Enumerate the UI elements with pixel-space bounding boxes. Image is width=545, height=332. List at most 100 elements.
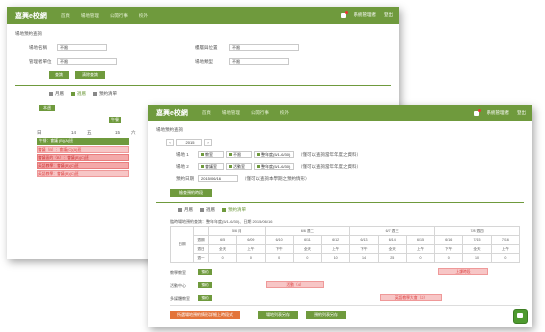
sched-count-5: 14 (349, 253, 379, 263)
sched-kind-3: 全天 (292, 244, 323, 254)
check-icon (201, 153, 204, 156)
back-query-button[interactable]: 查詢 (49, 71, 69, 79)
sched-date-5: 6/13 (349, 235, 379, 245)
row1-opt2[interactable]: 不限 (226, 151, 252, 158)
export-reservations-button[interactable]: 預約列表另存 (306, 311, 346, 319)
place-name-0: 教學教室 (170, 270, 186, 275)
sched-date-0: 6/5 (207, 235, 238, 245)
front-tab-week[interactable]: 週曆 (200, 207, 215, 213)
check-slots-button[interactable]: 檢查預約時段 (170, 189, 212, 197)
back-tab-week[interactable]: 週曆 (71, 91, 86, 97)
row3-note: （僅可以查詢本學期之預約情形） (242, 176, 310, 181)
year-prev-button[interactable]: ‹ (166, 139, 174, 146)
bottom-divider (170, 305, 520, 306)
back-kind-label: 場地類型 (195, 59, 213, 64)
sched-date-6: 6/14 (377, 235, 407, 245)
place-name-1: 活動中心 (170, 283, 186, 288)
detail-button[interactable]: 所選場地預約情形詳細上時段式 (170, 311, 240, 319)
front-user[interactable]: 系統管理者 (487, 110, 510, 116)
back-reset-button[interactable]: 清除查詢 (75, 71, 105, 79)
back-event-4[interactable]: 英語教學：會議(B)(C)班 (37, 170, 129, 177)
back-bldg-label: 樓層與位置 (195, 45, 218, 50)
back-user[interactable]: 系統管理者 (354, 12, 377, 18)
sched-kind-9: 全天 (462, 244, 492, 254)
front-nav-outside[interactable]: 校外 (280, 110, 289, 116)
back-kind-select[interactable]: 不限 (229, 58, 289, 65)
export-sites-button[interactable]: 場地列表另存 (258, 311, 298, 319)
row2-opt1[interactable]: 會議室 (198, 163, 224, 170)
back-nav-sites[interactable]: 場地管理 (81, 13, 99, 19)
front-tab-month-label: 月曆 (184, 207, 193, 212)
reserve-button-1[interactable]: 預約 (198, 282, 212, 288)
reservation-2[interactable]: 英語教學大會（2） (380, 294, 442, 301)
date-field[interactable]: 2015/06/16 (198, 175, 238, 182)
back-section-title: 場地預約查詢 (15, 31, 42, 36)
row1-opt1[interactable]: 教室 (198, 151, 224, 158)
sched-count-8: 0 (434, 253, 464, 263)
row1-opt1-label: 教室 (205, 152, 213, 157)
sched-kind-0: 全天 (207, 244, 238, 254)
back-col-0: 日 (37, 130, 42, 135)
calendar-icon (49, 91, 53, 96)
reserve-button-2[interactable]: 預約 (198, 295, 212, 301)
year-field[interactable]: 2015 (176, 139, 202, 146)
chat-icon[interactable] (513, 309, 528, 324)
back-col-1: 14 (71, 130, 77, 135)
front-tab-list-label: 預約清單 (228, 207, 246, 212)
sched-kind-1: 上午 (236, 244, 266, 254)
back-manager-select[interactable]: 不限 (57, 58, 117, 65)
back-event-2[interactable]: 會議區的（B）：會議(B)(C)班 (37, 154, 129, 161)
sched-date-4: 6/12 (321, 235, 351, 245)
place-name-2: 多媒體教室 (170, 296, 190, 301)
year-next-button[interactable]: › (204, 139, 212, 146)
row2-opt3-label: 整年度(5/1-6/30) (261, 164, 291, 169)
front-tab-month[interactable]: 月曆 (178, 207, 193, 213)
sched-h4: 7/8 週四 (434, 226, 520, 236)
front-tab-list[interactable]: 預約清單 (222, 207, 246, 213)
back-event-3[interactable]: 英語教學：會議(B)(C)班 (37, 162, 129, 169)
check-icon (257, 165, 260, 168)
row1-label: 場地 1 (176, 152, 189, 157)
row2-opt2-label: 活動室 (233, 164, 245, 169)
back-site-select[interactable]: 不限 (57, 44, 107, 51)
back-logout[interactable]: 登出 (384, 12, 393, 18)
back-bldg-select[interactable]: 不限 (229, 44, 299, 51)
sched-h1: 5/6 月 (208, 226, 266, 236)
reservation-1[interactable]: 活動（4） (266, 281, 324, 288)
back-tab-list[interactable]: 預約清單 (93, 91, 117, 97)
back-event-0[interactable]: 午餐：會議 (B)(A)班 (37, 138, 129, 145)
sched-sub-1: 週日 (193, 244, 209, 254)
front-window: 嘉興e校網 首頁 場地管理 公開行事 校外 系統管理者 登出 場地預約查詢 ‹ … (148, 105, 532, 327)
row2-opt3[interactable]: 整年度(5/1-6/30) (254, 163, 294, 170)
back-nav-home[interactable]: 首頁 (61, 13, 70, 19)
calendar-icon (178, 207, 182, 212)
sched-sub-0: 週期 (193, 235, 209, 245)
bell-icon[interactable] (473, 108, 481, 116)
back-week-button[interactable]: 本週 (39, 105, 55, 111)
back-logo: 嘉興e校網 (15, 12, 47, 20)
bell-icon[interactable] (340, 10, 348, 18)
front-nav-home[interactable]: 首頁 (202, 110, 211, 116)
front-nav-sites[interactable]: 場地管理 (222, 110, 240, 116)
row2-opt1-label: 會議室 (205, 164, 217, 169)
sched-count-9: 10 (462, 253, 492, 263)
row1-opt3[interactable]: 整年度(5/1-6/30) (254, 151, 294, 158)
sched-h3: 6/7 週三 (349, 226, 436, 236)
reserve-button-0[interactable]: 預約 (198, 269, 212, 275)
back-nav-outside[interactable]: 校外 (139, 13, 148, 19)
front-logout[interactable]: 登出 (517, 110, 526, 116)
back-nav-events[interactable]: 公開行事 (110, 13, 128, 19)
sched-kind-7: 上午 (405, 244, 436, 254)
front-divider (156, 202, 524, 203)
back-event-1[interactable]: 會議（B）：會議(C)(A)班 (37, 146, 129, 153)
row2-opt2[interactable]: 活動室 (226, 163, 252, 170)
calendar-week-icon (200, 207, 204, 212)
sched-date-2: 6/10 (264, 235, 294, 245)
front-nav-events[interactable]: 公開行事 (251, 110, 269, 116)
reservation-0[interactable]: 上課時段 (438, 268, 488, 275)
row1-opt3-label: 整年度(5/1-6/30) (261, 152, 291, 157)
sched-kind-4: 上午 (321, 244, 351, 254)
back-divider (15, 85, 391, 86)
back-tab-month[interactable]: 月曆 (49, 91, 64, 97)
back-manager-label: 管理者單位 (29, 59, 52, 64)
